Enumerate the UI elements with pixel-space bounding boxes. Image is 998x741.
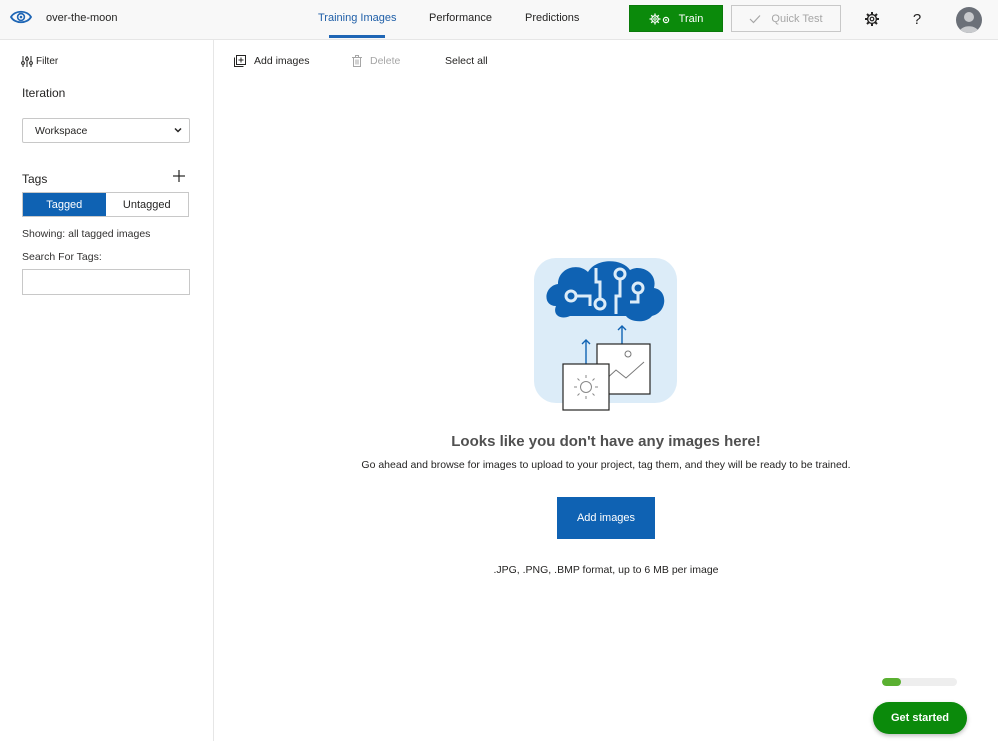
gear-icon xyxy=(865,12,879,26)
untagged-toggle[interactable]: Untagged xyxy=(105,193,188,216)
tag-filter-toggle: Tagged Untagged xyxy=(22,192,189,217)
top-bar: over-the-moon Training Images Performanc… xyxy=(0,0,998,40)
delete-toolbar-button[interactable]: Delete xyxy=(352,55,400,67)
filter-button[interactable]: Filter xyxy=(21,56,58,67)
quick-test-label: Quick Test xyxy=(771,12,823,25)
help-button[interactable]: ? xyxy=(908,10,926,28)
delete-toolbar-label: Delete xyxy=(370,55,401,67)
train-label: Train xyxy=(678,12,704,25)
search-tags-label: Search For Tags: xyxy=(22,251,102,263)
user-avatar-icon[interactable] xyxy=(956,7,982,33)
add-tag-icon[interactable] xyxy=(171,168,187,184)
add-images-toolbar-label: Add images xyxy=(254,55,310,67)
question-icon: ? xyxy=(912,10,922,28)
search-tags-input[interactable] xyxy=(22,269,190,295)
onboarding-progress-bar xyxy=(882,678,957,686)
add-images-button[interactable]: Add images xyxy=(557,497,655,539)
active-tab-indicator xyxy=(329,35,385,38)
eye-icon[interactable] xyxy=(10,9,32,25)
tab-performance[interactable]: Performance xyxy=(429,12,492,24)
tags-label: Tags xyxy=(22,172,48,186)
tab-training-images[interactable]: Training Images xyxy=(318,12,396,24)
checkmark-icon xyxy=(749,14,761,23)
settings-button[interactable] xyxy=(863,10,881,28)
tagged-toggle[interactable]: Tagged xyxy=(23,193,106,216)
upload-to-cloud-illustration xyxy=(534,258,677,411)
iteration-select[interactable]: Workspace xyxy=(22,118,190,143)
train-button[interactable]: Train xyxy=(629,5,723,32)
sidebar: Filter Iteration Workspace Tags Tagged U… xyxy=(0,40,214,741)
supported-formats-note: .JPG, .PNG, .BMP format, up to 6 MB per … xyxy=(493,564,719,576)
project-name[interactable]: over-the-moon xyxy=(46,12,118,24)
empty-state-title: Looks like you don't have any images her… xyxy=(451,433,761,450)
select-all-label: Select all xyxy=(445,55,488,67)
gears-icon xyxy=(649,13,669,24)
empty-state-subtitle: Go ahead and browse for images to upload… xyxy=(361,459,851,471)
filter-sliders-icon xyxy=(21,56,33,67)
showing-status: Showing: all tagged images xyxy=(22,228,151,240)
onboarding-progress-fill xyxy=(882,678,901,686)
add-images-toolbar-button[interactable]: Add images xyxy=(234,55,309,67)
trash-icon xyxy=(352,55,362,67)
filter-label: Filter xyxy=(36,56,59,67)
iteration-selected-value: Workspace xyxy=(35,124,88,137)
chevron-down-icon xyxy=(174,127,182,133)
quick-test-button[interactable]: Quick Test xyxy=(731,5,841,32)
tab-predictions[interactable]: Predictions xyxy=(525,12,579,24)
select-all-button[interactable]: Select all xyxy=(445,55,488,67)
iteration-label: Iteration xyxy=(22,86,66,100)
get-started-button[interactable]: Get started xyxy=(873,702,967,734)
add-image-icon xyxy=(234,55,246,67)
